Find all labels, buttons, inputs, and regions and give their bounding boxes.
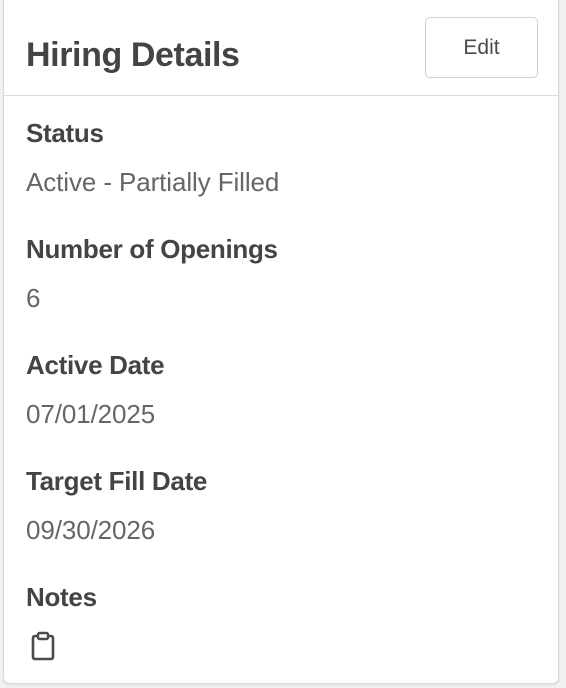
status-label: Status — [26, 118, 104, 148]
active-date-value: 07/01/2025 — [26, 399, 156, 429]
number-of-openings-value: 6 — [26, 283, 41, 313]
active-date-label: Active Date — [26, 350, 165, 380]
edit-button[interactable]: Edit — [425, 17, 538, 78]
number-of-openings-label: Number of Openings — [26, 234, 278, 264]
card-title: Hiring Details — [26, 36, 240, 74]
card-header: Hiring Details Edit — [4, 0, 558, 96]
hiring-details-card: Hiring Details Edit Status Active - Part… — [3, 0, 559, 684]
target-fill-date-label: Target Fill Date — [26, 466, 208, 496]
status-value: Active - Partially Filled — [26, 167, 280, 197]
clipboard-icon[interactable] — [29, 631, 57, 661]
target-fill-date-value: 09/30/2026 — [26, 515, 156, 545]
notes-label: Notes — [26, 582, 97, 612]
